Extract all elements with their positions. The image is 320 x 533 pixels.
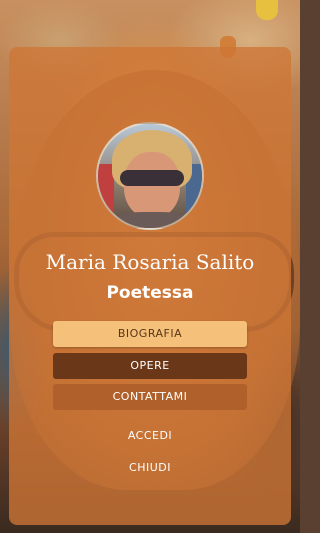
- contattami-button[interactable]: CONTATTAMI: [53, 384, 247, 410]
- profile-name: Maria Rosaria Salito: [45, 250, 255, 274]
- opere-button[interactable]: OPERE: [53, 353, 247, 379]
- biografia-button[interactable]: BIOGRAFIA: [53, 321, 247, 347]
- profile-role: Poetessa: [106, 283, 194, 303]
- avatar: [96, 122, 204, 230]
- accedi-link[interactable]: ACCEDI: [53, 429, 247, 442]
- chiudi-link[interactable]: CHIUDI: [53, 461, 247, 474]
- background-bell: [256, 0, 278, 20]
